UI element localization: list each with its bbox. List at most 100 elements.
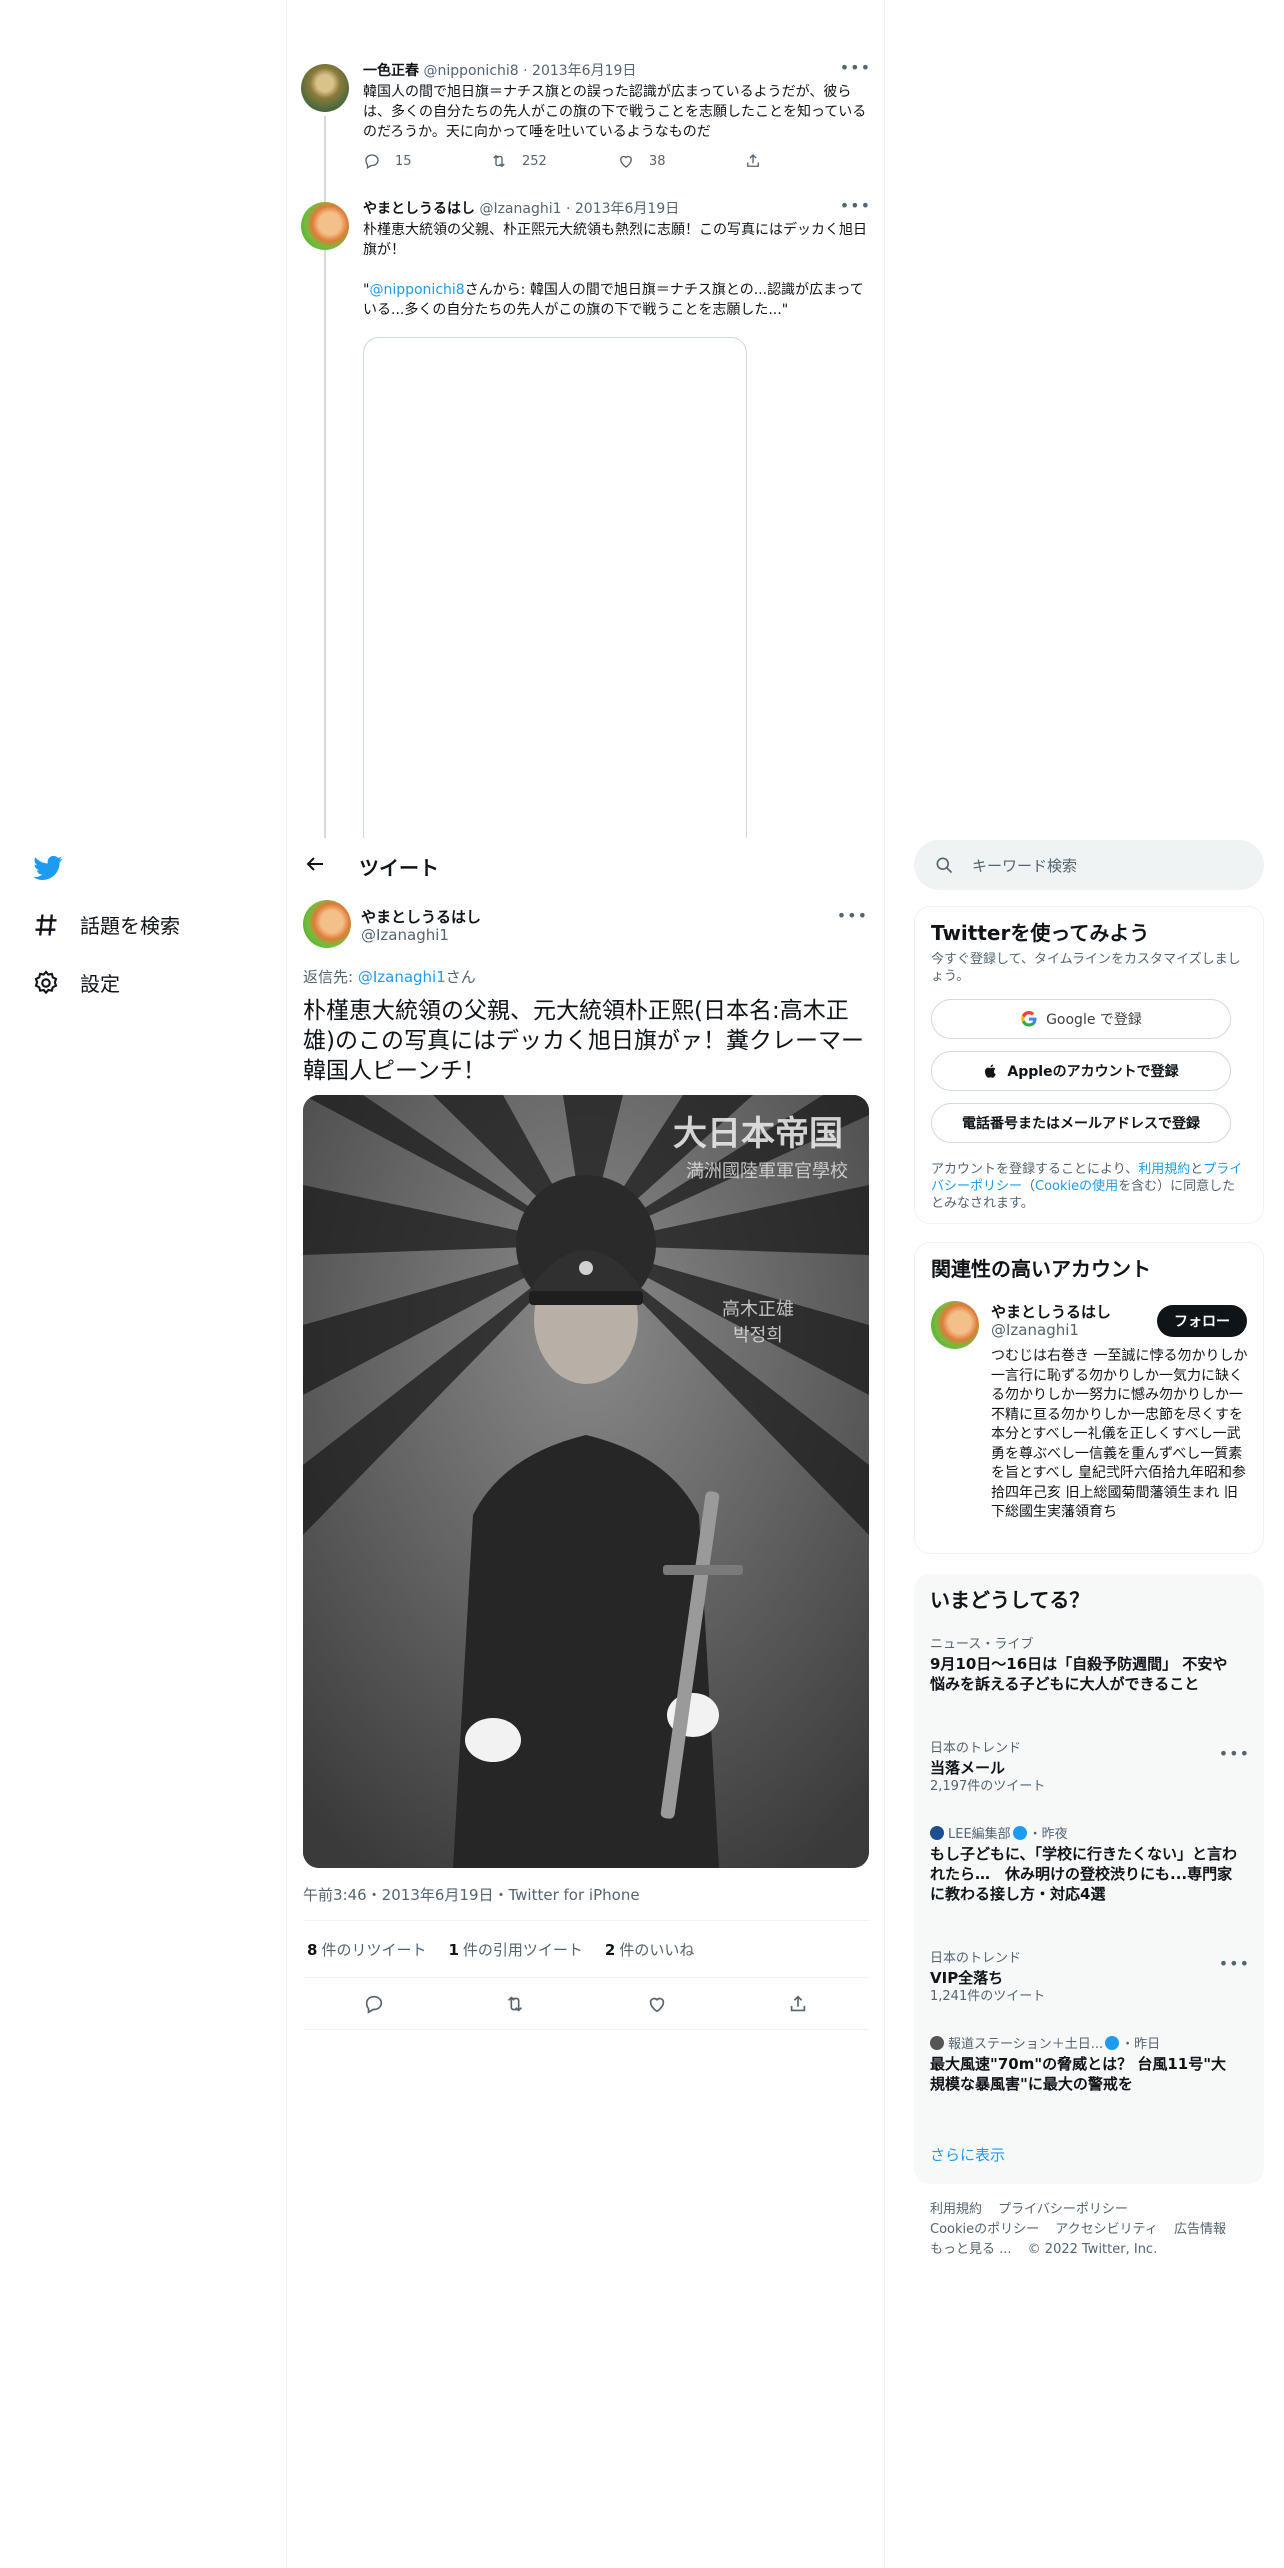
- tweet-timestamp[interactable]: 午前3:46・2013年6月19日・Twitter for iPhone: [303, 1884, 640, 1905]
- quotes-label: 件の引用ツイート: [462, 1940, 583, 1959]
- signup-title: Twitterを使ってみよう: [931, 921, 1150, 945]
- signup-legal: アカウントを登録することにより、利用規約とプライバシーポリシー（Cookieの使…: [931, 1161, 1247, 1212]
- trend-title: もし子どもに、「学校に行きたくない」と言われたら… 休み明けの登校渋りにも...…: [930, 1845, 1238, 1903]
- retweets-stat[interactable]: 8 件のリツイート: [307, 1939, 426, 1960]
- trend-item[interactable]: ニュース・ライブ 9月10日〜16日は「自殺予防週間」 不安や悩みを訴える子ども…: [930, 1636, 1240, 1694]
- share-icon[interactable]: [787, 1993, 809, 2015]
- reply-icon[interactable]: [363, 1993, 385, 2015]
- footer-ads[interactable]: 広告情報: [1174, 2222, 1226, 2237]
- like-icon[interactable]: [646, 1993, 668, 2015]
- trend-item[interactable]: 日本のトレンド 当落メール 2,197件のツイート: [930, 1740, 1240, 1796]
- retweet-count: 252: [522, 153, 547, 169]
- legal-text-1: アカウントを登録することにより、: [931, 1162, 1139, 1177]
- like-button[interactable]: 38: [617, 152, 744, 170]
- retweet-icon[interactable]: [504, 1993, 526, 2015]
- cookie-link[interactable]: Cookieの使用: [1035, 1179, 1118, 1194]
- show-more-link[interactable]: さらに表示: [930, 2144, 1005, 2165]
- related-account-handle[interactable]: @Izanaghi1: [991, 1321, 1079, 1339]
- author-name[interactable]: やまとしうるはし: [363, 201, 475, 217]
- trend-source: LEE編集部: [948, 1827, 1011, 1842]
- avatar[interactable]: [301, 202, 349, 250]
- rising-sun-photo: 大日本帝国 満洲國陸軍軍官學校 高木正雄 박정희: [303, 1095, 869, 1868]
- retweet-icon: [493, 154, 505, 168]
- footer-privacy[interactable]: プライバシーポリシー: [998, 2202, 1128, 2217]
- tweet-photo[interactable]: 大日本帝国 満洲國陸軍軍官學校 高木正雄 박정희: [303, 1095, 869, 1868]
- like-count: 38: [649, 153, 666, 169]
- reply-count: 15: [395, 153, 412, 169]
- follow-button[interactable]: フォロー: [1157, 1305, 1247, 1337]
- trend-title: VIP全落ち: [930, 1969, 1004, 1987]
- trend-context: 日本のトレンド: [930, 1741, 1022, 1756]
- apple-signup-button[interactable]: Appleのアカウントで登録: [931, 1051, 1231, 1091]
- quotes-stat[interactable]: 1 件の引用ツイート: [448, 1939, 582, 1960]
- related-account-bio: つむじは右巻き 一至誠に悖る勿かりしか一言行に恥ずる勿かりしか一気力に缺くる勿か…: [991, 1348, 1248, 1520]
- likes-count: 2: [604, 1940, 616, 1959]
- photo-caption-1: 大日本帝国: [673, 1114, 843, 1154]
- avatar[interactable]: [303, 900, 351, 948]
- footer-more[interactable]: もっと見る ...: [930, 2242, 1012, 2257]
- tweet-date[interactable]: 2013年6月19日: [532, 63, 636, 79]
- author-handle[interactable]: @Izanaghi1: [479, 201, 561, 217]
- signup-subtitle: 今すぐ登録して、タイムラインをカスタマイズしましょう。: [931, 952, 1241, 984]
- author-handle[interactable]: @Izanaghi1: [361, 926, 449, 944]
- trend-item[interactable]: LEE編集部 ・昨夜 もし子どもに、「学校に行きたくない」と言われたら… 休み明け…: [930, 1826, 1240, 1904]
- footer-terms[interactable]: 利用規約: [930, 2202, 982, 2217]
- retweet-button[interactable]: 252: [490, 152, 617, 170]
- reply-suffix: さん: [445, 968, 476, 986]
- footer-accessibility[interactable]: アクセシビリティ: [1055, 2222, 1158, 2237]
- search-box[interactable]: キーワード検索: [914, 840, 1264, 890]
- nav-explore-label: 話題を検索: [80, 914, 180, 938]
- google-icon: [1021, 1010, 1037, 1027]
- google-signup-button[interactable]: Google で登録: [931, 999, 1231, 1039]
- trend-item[interactable]: 報道ステーション＋土日... ・昨日 最大風速"70m"の脅威とは？ 台風11号"…: [930, 2036, 1240, 2094]
- verified-icon: [1105, 2036, 1120, 2050]
- hashtag-icon: [35, 913, 57, 936]
- reply-prefix: 返信先:: [303, 968, 358, 986]
- tweet-text: 朴槿恵大統領の父親、元大統領朴正熙(日本名:高木正雄)のこの写真にはデッカく旭日…: [303, 998, 864, 1084]
- more-icon[interactable]: •••: [837, 906, 868, 925]
- retweets-count: 8: [307, 1940, 318, 1959]
- avatar[interactable]: [931, 1301, 979, 1349]
- phone-signup-label: 電話番号またはメールアドレスで登録: [962, 1116, 1200, 1132]
- mention-link[interactable]: @nipponichi8: [369, 282, 464, 298]
- media-placeholder[interactable]: [363, 337, 747, 838]
- like-icon: [620, 155, 632, 168]
- author-name[interactable]: やまとしうるはし: [361, 906, 481, 927]
- avatar[interactable]: [301, 64, 349, 112]
- trend-context: 報道ステーション＋土日... ・昨日: [930, 2036, 1240, 2054]
- likes-stat[interactable]: 2 件のいいね: [605, 1939, 694, 1960]
- trend-context: LEE編集部 ・昨夜: [930, 1826, 1240, 1844]
- tweet-text: 韓国人の間で旭日旗＝ナチス旗との誤った認識が広まっているようだが、彼らは、多くの…: [363, 84, 867, 140]
- more-icon[interactable]: •••: [840, 196, 871, 215]
- search-input[interactable]: キーワード検索: [972, 855, 1077, 876]
- author-handle[interactable]: @nipponichi8: [423, 63, 518, 79]
- trend-time: ・昨夜: [1028, 1827, 1068, 1842]
- footer-cookie[interactable]: Cookieのポリシー: [930, 2222, 1039, 2237]
- related-account-name[interactable]: やまとしうるはし: [991, 1301, 1111, 1322]
- tweet-date[interactable]: 2013年6月19日: [575, 201, 679, 217]
- nav-explore[interactable]: 話題を検索: [32, 910, 180, 939]
- thread-connector: [324, 254, 326, 838]
- quoted-text: "@nipponichi8さんから: 韓国人の間で旭日旗＝ナチス旗との...認識…: [363, 280, 871, 320]
- legal-text-2: と: [1190, 1162, 1204, 1177]
- twitter-logo-icon[interactable]: [32, 852, 64, 884]
- nav-settings-label: 設定: [80, 972, 120, 996]
- reply-context: 返信先: @Izanaghi1さん: [303, 966, 476, 987]
- related-accounts-card: 関連性の高いアカウント やまとしうるはし @Izanaghi1 フォロー つむじ…: [914, 1242, 1264, 1554]
- apple-signup-label: Appleのアカウントで登録: [1007, 1064, 1179, 1080]
- trend-context: 日本のトレンド: [930, 1951, 1022, 1966]
- nav-settings[interactable]: 設定: [32, 968, 120, 997]
- back-arrow-icon[interactable]: [303, 852, 327, 876]
- terms-link[interactable]: 利用規約: [1138, 1162, 1190, 1177]
- more-icon[interactable]: •••: [1219, 1744, 1250, 1763]
- more-icon[interactable]: •••: [840, 58, 871, 77]
- share-button[interactable]: [744, 152, 871, 170]
- trend-item[interactable]: 日本のトレンド VIP全落ち 1,241件のツイート: [930, 1950, 1240, 2006]
- google-signup-label: Google で登録: [1046, 1012, 1142, 1028]
- reply-button[interactable]: 15: [363, 152, 490, 170]
- reply-to-link[interactable]: @Izanaghi1: [358, 968, 446, 986]
- phone-email-signup-button[interactable]: 電話番号またはメールアドレスで登録: [931, 1103, 1231, 1143]
- more-icon[interactable]: •••: [1219, 1954, 1250, 1973]
- photo-caption-2: 満洲國陸軍軍官學校: [686, 1161, 848, 1182]
- author-name[interactable]: 一色正春: [363, 63, 419, 79]
